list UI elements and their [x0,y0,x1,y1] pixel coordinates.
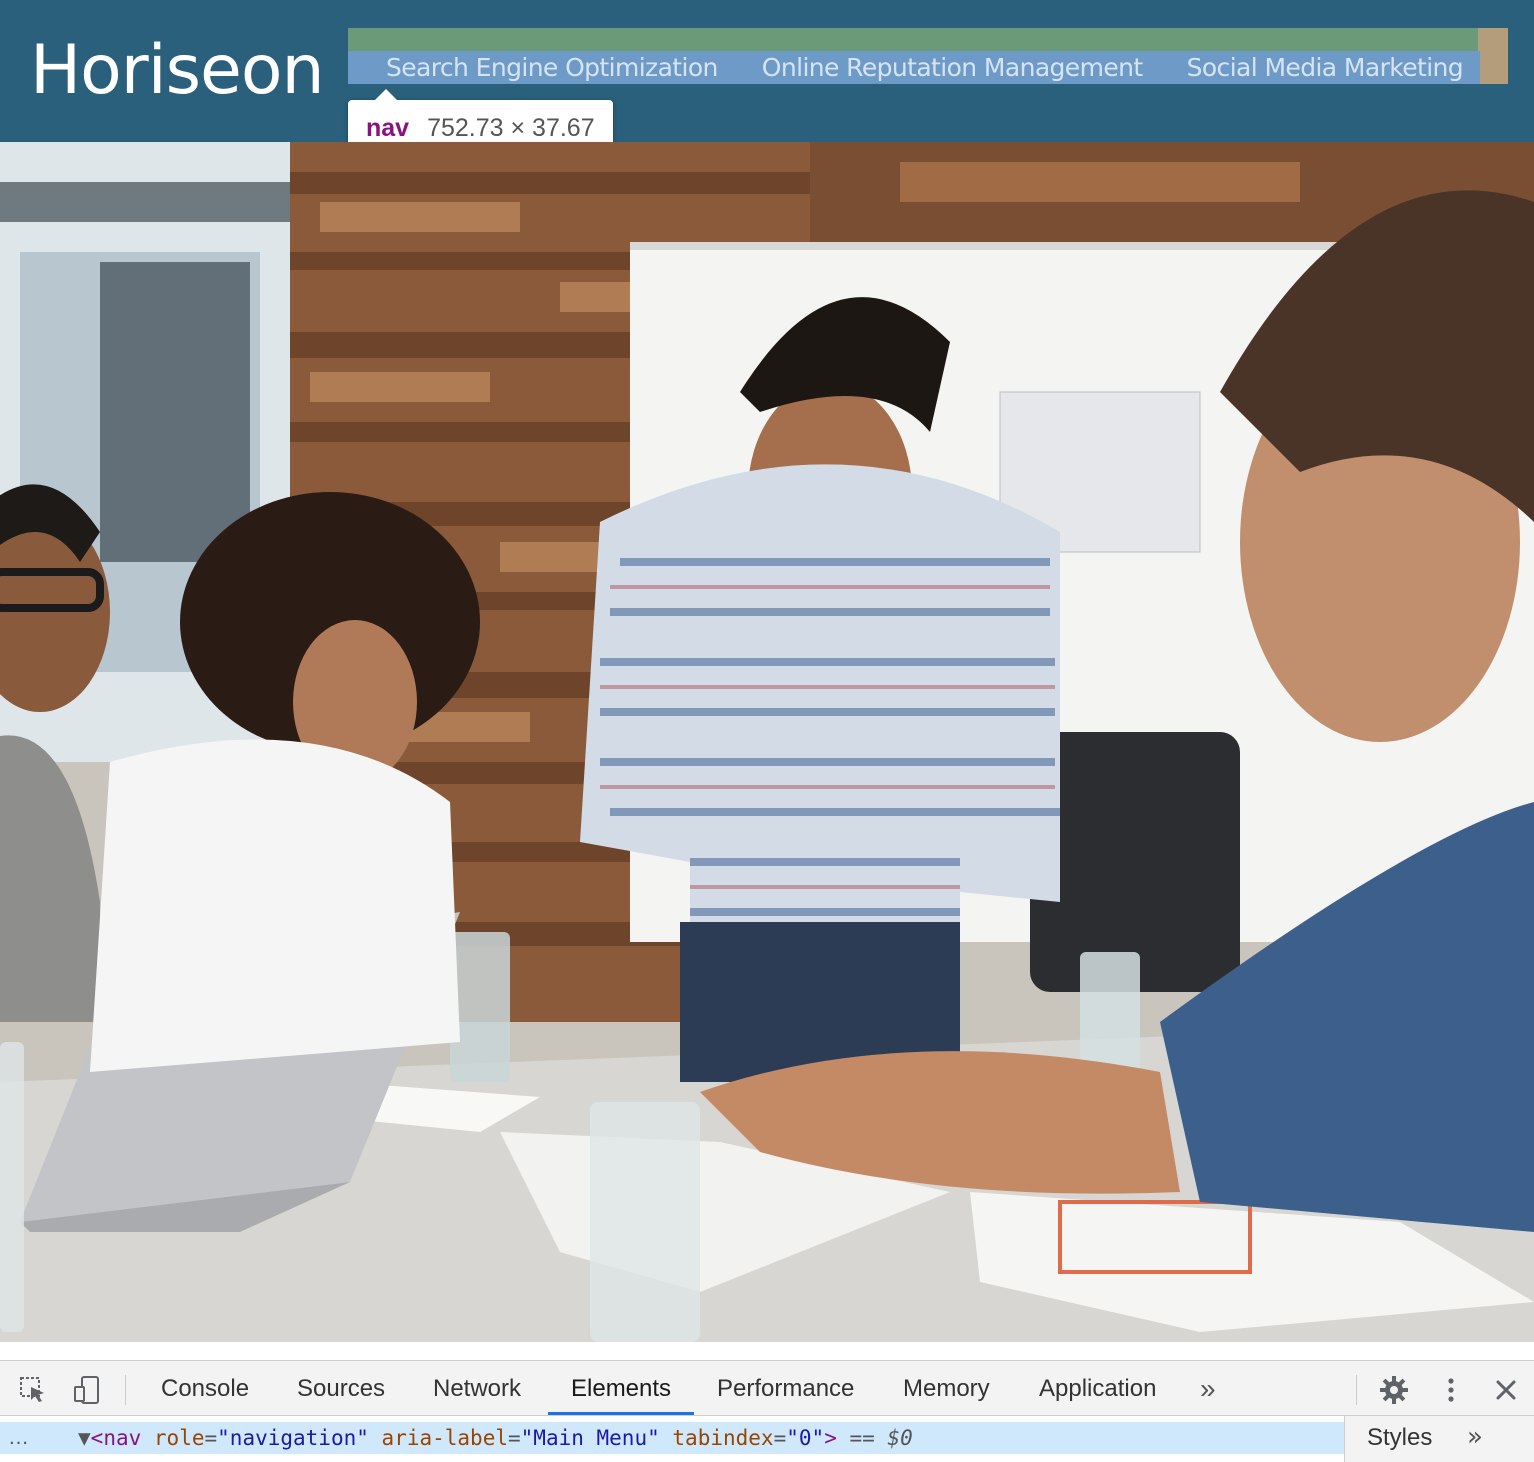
dom-attr-name: tabindex [672,1426,774,1450]
selected-node-marker: == $0 [849,1426,913,1450]
site-header: Horiseon Search Engine Optimization Onli… [0,0,1534,156]
inspect-element-icon[interactable] [16,1373,50,1407]
tab-sources[interactable]: Sources [297,1361,385,1416]
gear-icon[interactable] [1377,1373,1411,1407]
close-icon[interactable] [1489,1373,1523,1407]
dom-tree-selected-row[interactable]: … ▼<nav role="navigation" aria-label="Ma… [0,1422,1344,1454]
elements-panel: … ▼<nav role="navigation" aria-label="Ma… [0,1416,1534,1462]
main-nav: Search Engine Optimization Online Reputa… [348,51,1480,84]
devtools-resize-gap[interactable] [0,1342,1534,1360]
dom-attr-value: Main Menu [533,1426,648,1450]
dom-attr-name: aria-label [381,1426,508,1450]
toolbar-separator [1356,1375,1357,1405]
dom-attr-name: role [153,1426,205,1450]
tab-elements[interactable]: Elements [571,1361,671,1416]
tab-styles[interactable]: Styles [1367,1424,1432,1452]
tab-console[interactable]: Console [161,1361,249,1416]
site-logo[interactable]: Horiseon [30,28,325,114]
dom-row-ellipsis[interactable]: … [8,1422,29,1454]
hero-image [0,142,1534,1342]
devtools-panel: Console Sources Network Elements Perform… [0,1342,1534,1462]
styles-more-button[interactable]: » [1467,1422,1483,1452]
dom-tag-name: nav [103,1426,142,1450]
hero-photo-illustration [0,142,1534,1342]
nav-margin-highlight [348,28,1480,51]
devtools-toolbar: Console Sources Network Elements Perform… [0,1360,1534,1416]
nav-link-reputation[interactable]: Online Reputation Management [762,51,1143,84]
device-toolbar-icon[interactable] [70,1373,104,1407]
nav-link-social[interactable]: Social Media Marketing [1187,51,1464,84]
tab-application[interactable]: Application [1039,1361,1156,1416]
dom-node-nav[interactable]: ▼<nav role="navigation" aria-label="Main… [78,1422,913,1454]
tab-performance[interactable]: Performance [717,1361,854,1416]
styles-sidebar: Styles » [1344,1416,1534,1462]
more-vertical-icon[interactable] [1434,1373,1468,1407]
tooltip-size: 752.73 × 37.67 [427,113,595,142]
nav-padding-highlight [1478,28,1508,84]
more-tabs-button[interactable]: » [1200,1361,1216,1416]
toolbar-separator [125,1375,126,1405]
tab-network[interactable]: Network [433,1361,521,1416]
nav-link-seo[interactable]: Search Engine Optimization [386,51,718,84]
tooltip-tag: nav [366,113,410,142]
tooltip-arrow [374,89,398,101]
dom-attr-value: 0 [798,1426,812,1450]
active-tab-indicator [548,1412,694,1415]
tab-memory[interactable]: Memory [903,1361,990,1416]
dom-attr-value: navigation [229,1426,357,1450]
